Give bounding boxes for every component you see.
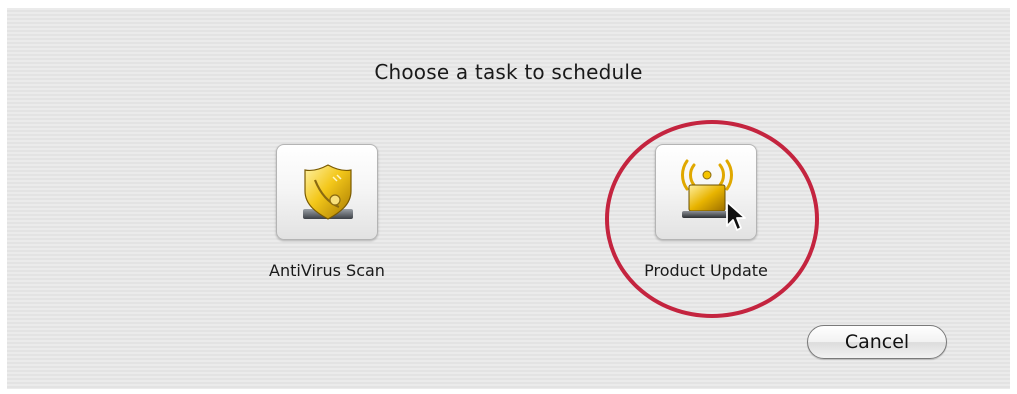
dialog-title: Choose a task to schedule [374, 60, 643, 84]
cancel-button[interactable]: Cancel [807, 325, 947, 359]
antivirus-scan-label: AntiVirus Scan [269, 261, 385, 280]
mouse-pointer-icon [726, 201, 746, 231]
shield-icon [303, 164, 353, 220]
antivirus-scan-button[interactable] [276, 144, 378, 240]
product-update-label: Product Update [644, 261, 768, 280]
